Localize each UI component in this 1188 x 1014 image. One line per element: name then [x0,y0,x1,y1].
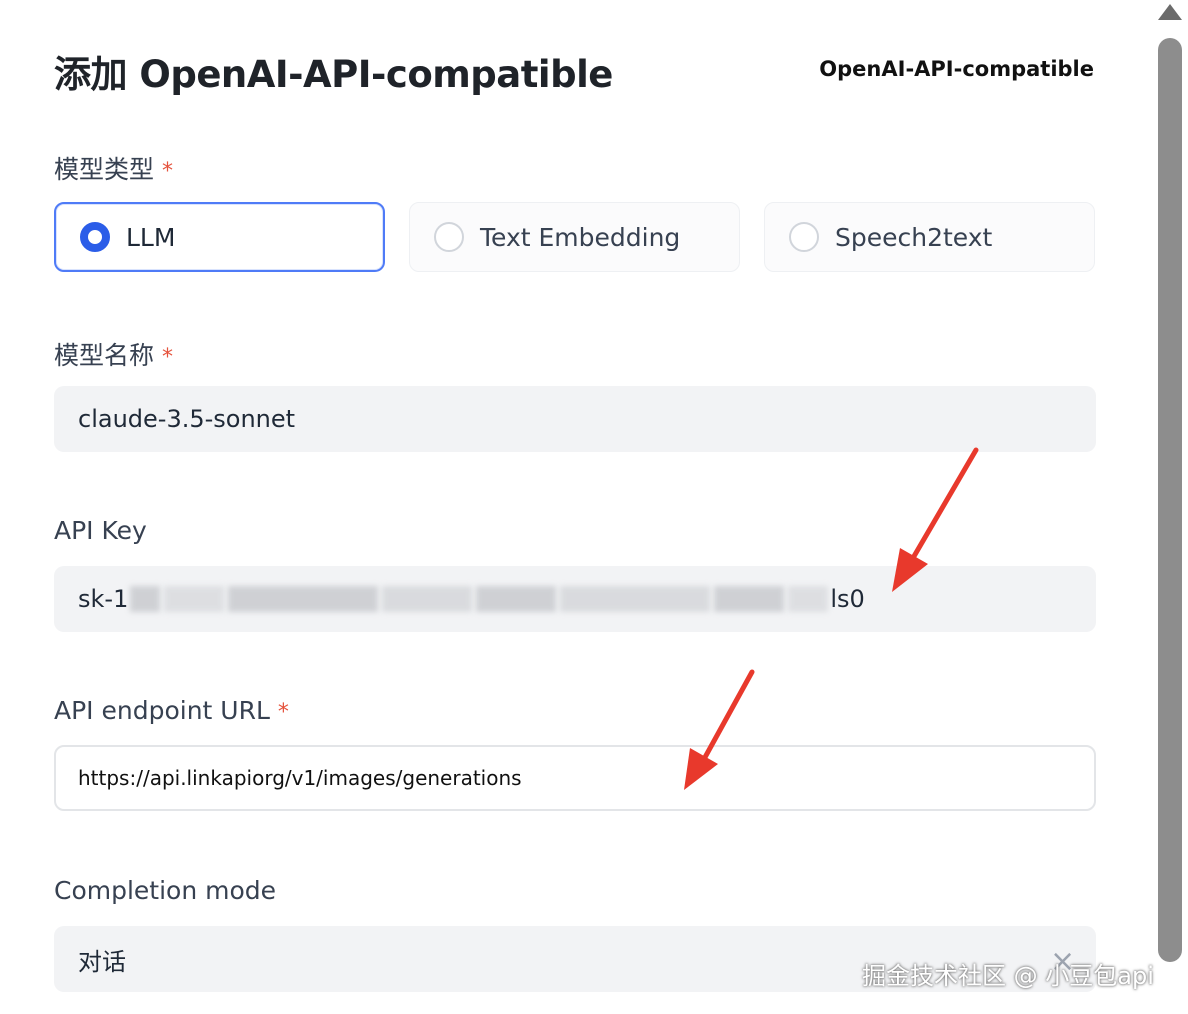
redacted-mask [382,586,473,612]
provider-name: OpenAI-API-compatible [819,57,1094,81]
required-mark: * [277,700,289,725]
radio-unselected-icon [434,222,464,252]
api-key-label: API Key [54,516,147,545]
radio-selected-icon [80,222,110,252]
scrollbar-thumb[interactable] [1158,38,1182,962]
redacted-mask [714,586,785,612]
model-type-label: 模型类型 * [54,150,173,186]
api-key-input[interactable]: sk-1 ls0 [54,566,1096,632]
required-mark: * [162,159,174,184]
redacted-mask [560,586,711,612]
endpoint-label-text: API endpoint URL [54,696,270,725]
model-name-label: 模型名称 * [54,336,173,372]
model-type-option-label: Text Embedding [480,222,681,252]
model-type-option-speech2text[interactable]: Speech2text [764,202,1095,272]
api-key-prefix: sk-1 [78,585,129,613]
model-type-option-llm[interactable]: LLM [54,202,385,272]
dialog-title: 添加 OpenAI-API-compatible [54,53,613,96]
watermark: 掘金技术社区 @ 小豆包api [862,962,1154,990]
redacted-mask [476,586,557,612]
model-type-option-label: Speech2text [835,222,993,252]
model-type-option-text-embedding[interactable]: Text Embedding [409,202,740,272]
api-key-suffix: ls0 [830,585,865,613]
redacted-mask [164,586,225,612]
endpoint-label: API endpoint URL * [54,696,289,725]
add-model-dialog: 添加 OpenAI-API-compatible OpenAI-API-comp… [0,0,1160,1014]
redacted-mask [228,586,379,612]
model-type-label-text: 模型类型 [54,155,155,184]
completion-mode-label: Completion mode [54,876,277,905]
endpoint-url-input[interactable]: https://api.linkapiorg/v1/images/generat… [54,745,1096,811]
redacted-mask [130,586,161,612]
scroll-up-arrow-icon[interactable] [1158,4,1182,20]
model-type-option-label: LLM [126,222,176,252]
model-name-input[interactable]: claude-3.5-sonnet [54,386,1096,452]
model-name-label-text: 模型名称 [54,341,155,370]
redacted-mask [788,586,829,612]
required-mark: * [162,345,174,370]
radio-unselected-icon [789,222,819,252]
